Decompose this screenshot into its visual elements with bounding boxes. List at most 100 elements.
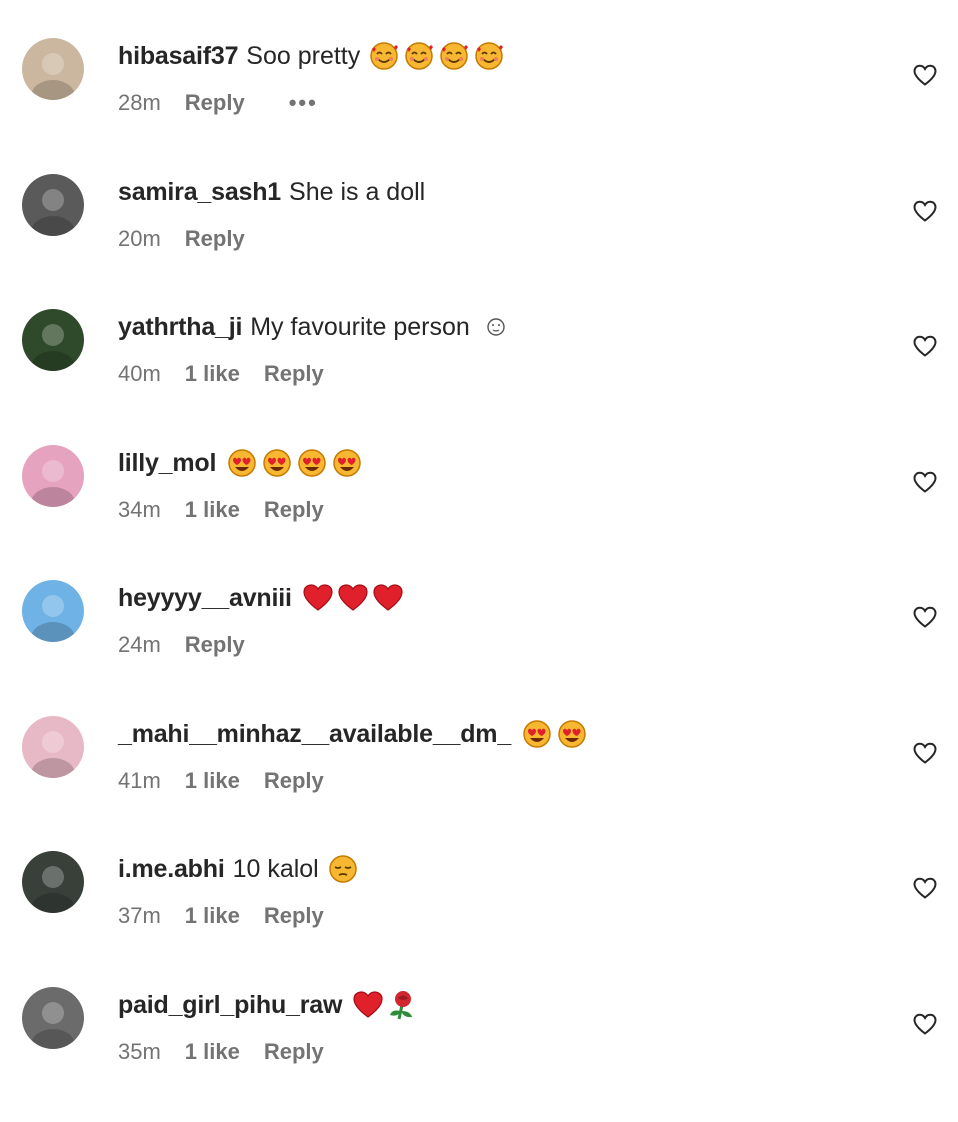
comment-time[interactable]: 20m xyxy=(118,226,161,252)
comment-line: hibasaif37 Soo pretty xyxy=(118,38,878,74)
comment-meta: 37m 1 like Reply xyxy=(118,903,878,929)
comment-line: paid_girl_pihu_raw xyxy=(118,987,878,1023)
comment-body: paid_girl_pihu_raw 35m 1 like Reply xyxy=(118,987,878,1065)
reply-button[interactable]: Reply xyxy=(185,90,245,116)
heart-eyes-emoji xyxy=(556,718,588,750)
comment-likes[interactable]: 1 like xyxy=(185,903,240,929)
avatar[interactable] xyxy=(22,173,84,236)
comment-time[interactable]: 40m xyxy=(118,361,161,387)
reply-button[interactable]: Reply xyxy=(264,361,324,387)
heart-outline-icon[interactable] xyxy=(912,1011,938,1037)
heart-outline-icon[interactable] xyxy=(912,333,938,359)
red-heart-emoji xyxy=(352,989,384,1021)
pensive-face-emoji xyxy=(327,853,359,885)
avatar[interactable] xyxy=(22,309,84,371)
comment-username[interactable]: i.me.abhi xyxy=(118,853,225,885)
heart-outline-icon[interactable] xyxy=(912,469,938,495)
smiling-hearts-emoji xyxy=(438,40,470,72)
comment-item: _mahi__minhaz__available__dm_ 41m 1 like Re… xyxy=(0,715,958,851)
heart-eyes-emoji xyxy=(296,447,328,479)
comment-line: yathrtha_ji My favourite person xyxy=(118,309,878,345)
comment-text: She is a doll xyxy=(289,177,426,206)
comment-body: samira_sash1 She is a doll 20m Reply xyxy=(118,174,878,252)
avatar[interactable] xyxy=(22,986,84,1049)
heart-eyes-emoji xyxy=(521,718,553,750)
comment-line: i.me.abhi 10 kalol xyxy=(118,851,878,887)
smiling-hearts-emoji xyxy=(368,40,400,72)
reply-button[interactable]: Reply xyxy=(264,768,324,794)
comment-emojis xyxy=(302,582,404,614)
reply-button[interactable]: Reply xyxy=(185,226,245,252)
comment-username[interactable]: lilly_mol xyxy=(118,447,216,479)
comment-line: _mahi__minhaz__available__dm_ xyxy=(118,716,878,752)
comment-emojis xyxy=(368,40,505,72)
comment-username[interactable]: _mahi__minhaz__available__dm_ xyxy=(118,718,511,750)
comment-meta: 24m Reply xyxy=(118,632,878,658)
comment-time[interactable]: 34m xyxy=(118,497,161,523)
smiling-hearts-emoji xyxy=(403,40,435,72)
comment-emojis xyxy=(521,718,588,750)
comment-time[interactable]: 24m xyxy=(118,632,161,658)
comment-username[interactable]: hibasaif37 xyxy=(118,40,238,72)
comment-line: heyyyy__avniii xyxy=(118,580,878,616)
comment-username[interactable]: paid_girl_pihu_raw xyxy=(118,989,342,1021)
comment-emojis xyxy=(352,989,419,1021)
comment-time[interactable]: 35m xyxy=(118,1039,161,1065)
comment-list: hibasaif37 Soo pretty 28m Reply ••• samira_sa… xyxy=(0,0,958,1095)
avatar[interactable] xyxy=(22,851,84,913)
comment-emojis xyxy=(478,317,506,337)
comment-item: paid_girl_pihu_raw 35m 1 like Reply xyxy=(0,986,958,1122)
avatar[interactable] xyxy=(22,38,84,100)
comment-body: i.me.abhi 10 kalol 37m 1 like Reply xyxy=(118,851,878,929)
comment-emojis xyxy=(226,447,363,479)
heart-outline-icon[interactable] xyxy=(912,198,938,224)
avatar[interactable] xyxy=(22,444,84,507)
comment-likes[interactable]: 1 like xyxy=(185,497,240,523)
reply-button[interactable]: Reply xyxy=(264,497,324,523)
comment-time[interactable]: 41m xyxy=(118,768,161,794)
heart-outline-icon[interactable] xyxy=(912,875,938,901)
heart-outline-icon[interactable] xyxy=(912,604,938,630)
comment-username[interactable]: yathrtha_ji xyxy=(118,311,242,343)
comment-item: yathrtha_ji My favourite person 40m 1 like R… xyxy=(0,309,958,444)
comment-likes[interactable]: 1 like xyxy=(185,1039,240,1065)
comment-username[interactable]: heyyyy__avniii xyxy=(118,582,292,614)
rose-emoji xyxy=(387,989,419,1021)
reply-button[interactable]: Reply xyxy=(264,903,324,929)
reply-button[interactable]: Reply xyxy=(264,1039,324,1065)
comment-likes[interactable]: 1 like xyxy=(185,768,240,794)
reply-button[interactable]: Reply xyxy=(185,632,245,658)
comment-body: heyyyy__avniii 24m Reply xyxy=(118,580,878,658)
red-heart-emoji xyxy=(372,582,404,614)
red-heart-emoji xyxy=(337,582,369,614)
comment-item: hibasaif37 Soo pretty 28m Reply ••• xyxy=(0,38,958,173)
heart-eyes-emoji xyxy=(226,447,258,479)
comment-time[interactable]: 37m xyxy=(118,903,161,929)
smiling-hearts-emoji xyxy=(473,40,505,72)
comment-line: samira_sash1 She is a doll xyxy=(118,174,878,210)
comment-item: lilly_mol 34m 1 like Reply xyxy=(0,444,958,580)
comment-meta: 34m 1 like Reply xyxy=(118,497,878,523)
comment-body: yathrtha_ji My favourite person 40m 1 like R… xyxy=(118,309,878,387)
heart-outline-icon[interactable] xyxy=(912,62,938,88)
comment-item: heyyyy__avniii 24m Reply xyxy=(0,580,958,715)
comment-meta: 28m Reply ••• xyxy=(118,90,878,116)
comment-body: _mahi__minhaz__available__dm_ 41m 1 like Re… xyxy=(118,716,878,794)
comment-text: My favourite person xyxy=(250,313,470,341)
comment-meta: 40m 1 like Reply xyxy=(118,361,878,387)
small-face-emoji xyxy=(486,317,506,337)
avatar[interactable] xyxy=(22,580,84,642)
comment-emojis xyxy=(327,853,359,885)
comment-meta: 35m 1 like Reply xyxy=(118,1039,878,1065)
comment-text: Soo pretty xyxy=(246,42,361,70)
more-options-icon[interactable]: ••• xyxy=(289,90,318,116)
comment-meta: 41m 1 like Reply xyxy=(118,768,878,794)
comment-username[interactable]: samira_sash1 xyxy=(118,176,281,208)
comment-likes[interactable]: 1 like xyxy=(185,361,240,387)
heart-outline-icon[interactable] xyxy=(912,740,938,766)
heart-eyes-emoji xyxy=(261,447,293,479)
heart-eyes-emoji xyxy=(331,447,363,479)
avatar[interactable] xyxy=(22,715,84,778)
comment-line: lilly_mol xyxy=(118,445,878,481)
comment-time[interactable]: 28m xyxy=(118,90,161,116)
